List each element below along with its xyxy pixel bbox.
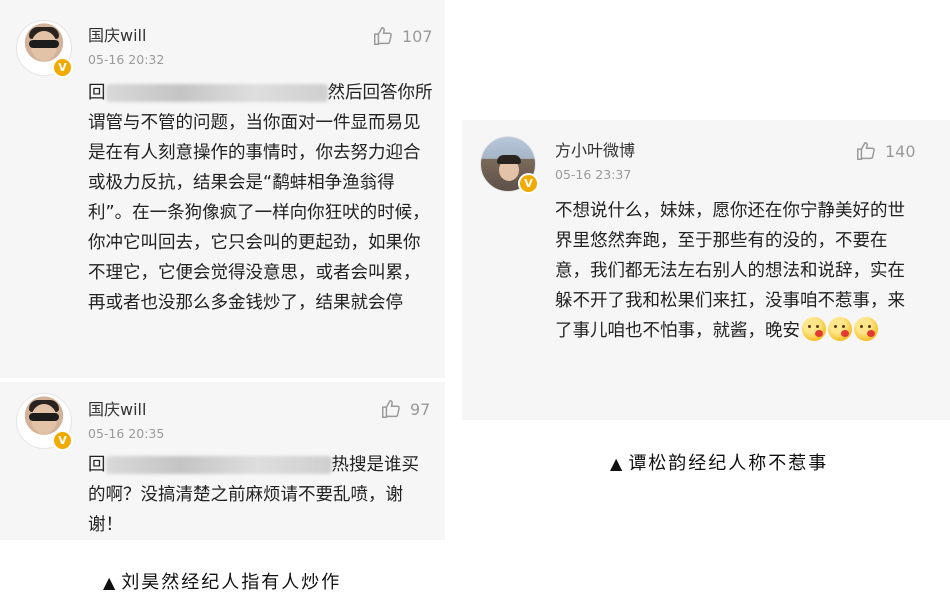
username[interactable]: 国庆will <box>88 22 146 46</box>
like-count: 107 <box>402 26 433 46</box>
timestamp: 05-16 23:37 <box>555 167 632 182</box>
caption-left: ▲ 刘昊然经纪人指有人炒作 <box>103 568 341 594</box>
blurred-text <box>105 456 332 474</box>
timestamp: 05-16 20:35 <box>88 426 165 441</box>
comment-text: 回热搜是谁买的啊？没搞清楚之前麻烦请不要乱喷，谢谢！ <box>88 450 433 540</box>
username[interactable]: 国庆will <box>88 396 146 420</box>
comment-text: 回然后回答你所谓管与不管的问题，当你面对一件显而易见是在有人刻意操作的事情时，你… <box>88 78 433 318</box>
reply-prefix: 回 <box>88 455 106 475</box>
like-count: 97 <box>410 399 431 419</box>
like-button[interactable]: 97 <box>380 398 430 420</box>
like-button[interactable]: 107 <box>372 25 433 47</box>
like-button[interactable]: 140 <box>855 140 916 162</box>
blushing-kiss-emoji <box>802 317 826 341</box>
username[interactable]: 方小叶微博 <box>555 137 635 161</box>
reply-prefix: 回 <box>88 83 106 103</box>
caption-right: ▲ 谭松韵经纪人称不惹事 <box>610 449 828 475</box>
timestamp: 05-16 20:32 <box>88 52 165 67</box>
like-count: 140 <box>885 141 916 161</box>
triangle-marker-icon: ▲ <box>103 573 118 592</box>
caption-right-text: 谭松韵经纪人称不惹事 <box>628 453 829 474</box>
thumbs-up-icon <box>374 27 392 45</box>
thumbs-up-icon <box>857 142 875 160</box>
blurred-text <box>105 84 328 102</box>
caption-left-text: 刘昊然经纪人指有人炒作 <box>121 572 342 593</box>
blushing-kiss-emoji <box>828 317 852 341</box>
triangle-marker-icon: ▲ <box>610 454 625 473</box>
comment-body: 不想说什么，妹妹，愿你还在你宁静美好的世界里悠然奔跑，至于那些有的没的，不要在意… <box>555 201 905 341</box>
thumbs-up-icon <box>382 400 400 418</box>
comment-body: 然后回答你所谓管与不管的问题，当你面对一件显而易见是在有人刻意操作的事情时，你去… <box>88 83 433 313</box>
verified-badge-icon: V <box>52 57 73 78</box>
verified-badge-icon: V <box>518 173 539 194</box>
comment-text: 不想说什么，妹妹，愿你还在你宁静美好的世界里悠然奔跑，至于那些有的没的，不要在意… <box>555 196 917 346</box>
verified-badge-icon: V <box>52 430 73 451</box>
blushing-kiss-emoji <box>854 317 878 341</box>
